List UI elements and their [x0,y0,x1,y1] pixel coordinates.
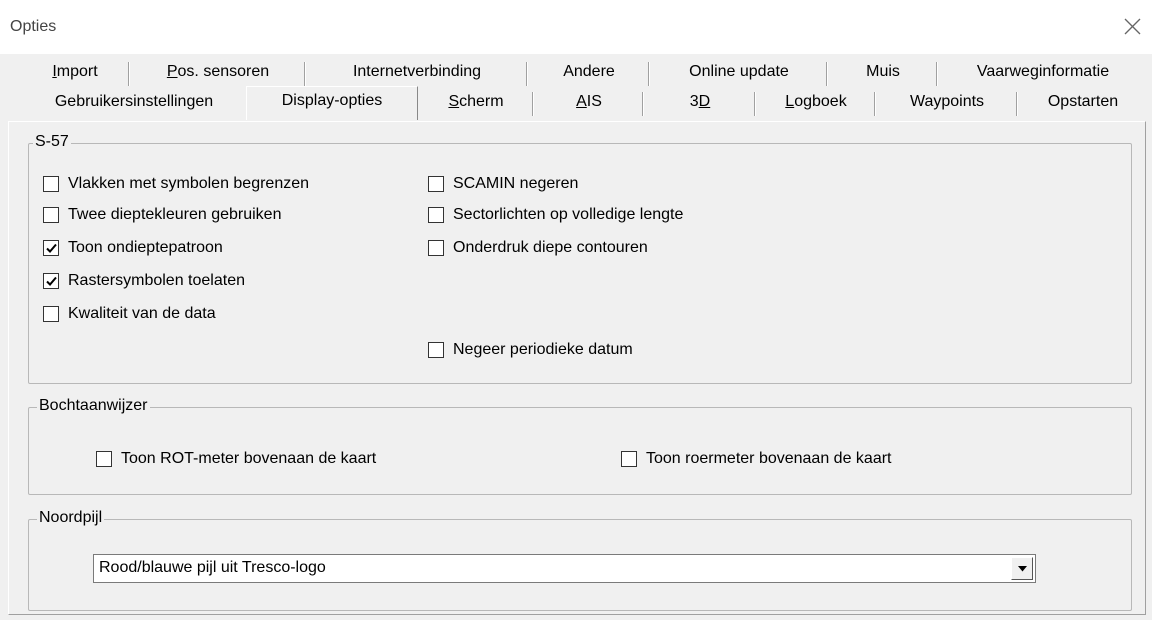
checkbox-box[interactable] [621,451,637,467]
checkmark-icon [46,276,57,286]
checkbox-label: Kwaliteit van de data [68,305,216,322]
checkbox-label: Vlakken met symbolen begrenzen [68,175,310,192]
checkbox-box[interactable] [428,207,444,223]
checkbox-rastersymbolen-toelaten[interactable]: Rastersymbolen toelaten [43,270,245,292]
checkbox-label: Toon ondieptepatroon [68,239,223,256]
checkbox-toon-rot-meter[interactable]: Toon ROT-meter bovenaan de kaart [96,448,376,470]
group-title-s57: S-57 [33,133,71,151]
group-title-bochtaanwijzer: Bochtaanwijzer [37,397,150,415]
tab-online-update[interactable]: Online update [650,58,828,88]
checkbox-negeer-periodieke-datum[interactable]: Negeer periodieke datum [428,339,633,361]
checkbox-box[interactable] [428,240,444,256]
checkbox-box[interactable] [43,306,59,322]
tab-internetverbinding[interactable]: Internetverbinding [306,58,528,88]
checkbox-box[interactable] [43,240,59,256]
checkbox-label: Toon roermeter bovenaan de kaart [646,450,892,467]
checkbox-label: Negeer periodieke datum [453,341,633,358]
checkbox-label: Toon ROT-meter bovenaan de kaart [121,450,377,467]
checkbox-box[interactable] [43,176,59,192]
title-bar: Opties [0,0,1152,54]
close-button[interactable] [1112,8,1152,46]
tab-vaarweginformatie[interactable]: Vaarweginformatie [938,58,1148,88]
checkbox-label: Twee dieptekleuren gebruiken [68,206,282,223]
close-icon [1124,18,1141,35]
checkbox-box[interactable] [43,207,59,223]
noordpijl-select-value: Rood/blauwe pijl uit Tresco-logo [99,559,326,576]
tab-display-opties[interactable]: Display-opties [246,86,418,120]
checkbox-box[interactable] [428,342,444,358]
checkbox-toon-ondieptepatroon[interactable]: Toon ondieptepatroon [43,237,223,259]
group-title-noordpijl: Noordpijl [37,509,105,527]
checkbox-toon-roermeter[interactable]: Toon roermeter bovenaan de kaart [621,448,891,470]
checkbox-label: Rastersymbolen toelaten [68,272,245,289]
noordpijl-select[interactable]: Rood/blauwe pijl uit Tresco-logo [93,554,1036,583]
triangle-down-icon [1018,566,1027,572]
checkbox-label: Onderdruk diepe contouren [453,239,648,256]
checkbox-box[interactable] [96,451,112,467]
checkbox-vlakken-met-symbolen[interactable]: Vlakken met symbolen begrenzen [43,173,309,195]
tab-muis[interactable]: Muis [828,58,938,88]
checkbox-sectorlichten[interactable]: Sectorlichten op volledige lengte [428,204,683,226]
checkbox-box[interactable] [43,273,59,289]
tab-3d[interactable]: 3D [644,88,756,118]
checkbox-scamin-negeren[interactable]: SCAMIN negeren [428,173,578,195]
tab-andere[interactable]: Andere [528,58,650,88]
tab-ais[interactable]: AIS [534,88,644,118]
checkbox-label: Sectorlichten op volledige lengte [453,206,684,223]
window-title: Opties [10,18,57,35]
checkbox-box[interactable] [428,176,444,192]
tab-import[interactable]: Import [20,58,130,88]
checkbox-kwaliteit-van-de-data[interactable]: Kwaliteit van de data [43,303,216,325]
tab-gebruikersinstellingen[interactable]: Gebruikersinstellingen [22,88,246,118]
tab-logboek[interactable]: Logboek [756,88,876,118]
checkbox-onderdruk-diepe-contouren[interactable]: Onderdruk diepe contouren [428,237,648,259]
checkmark-icon [46,243,57,253]
checkbox-label: SCAMIN negeren [453,175,579,192]
tab-waypoints[interactable]: Waypoints [876,88,1018,118]
dropdown-button[interactable] [1011,557,1033,580]
checkbox-twee-dieptekleuren[interactable]: Twee dieptekleuren gebruiken [43,204,281,226]
tab-opstarten[interactable]: Opstarten [1018,88,1148,118]
tab-scherm[interactable]: Scherm [418,88,534,118]
tab-pos-sensoren[interactable]: Pos. sensoren [130,58,306,88]
